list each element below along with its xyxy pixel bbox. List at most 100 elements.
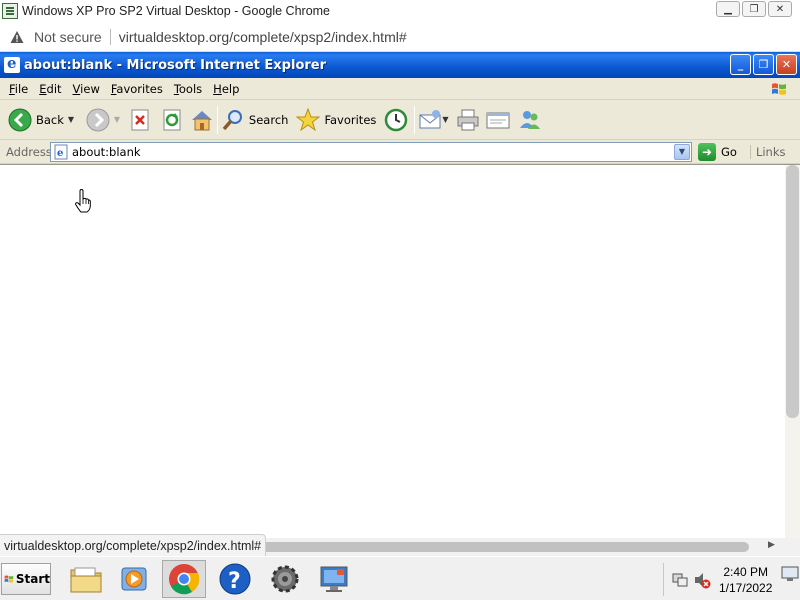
ie-logo-icon [4, 54, 20, 73]
edit-page-icon [486, 108, 510, 132]
menu-help[interactable]: Help [213, 82, 239, 96]
go-button[interactable]: ➜ Go [698, 142, 737, 161]
ie-menu-bar: File Edit View Favorites Tools Help [0, 78, 800, 100]
chrome-icon [169, 564, 200, 595]
taskbar-help[interactable]: ? [213, 560, 257, 598]
history-clock-icon [384, 108, 408, 132]
start-button[interactable]: Start [1, 563, 51, 595]
taskbar-media-player[interactable] [112, 560, 156, 598]
scroll-right-icon[interactable]: ▶ [768, 540, 775, 550]
close-button[interactable]: ✕ [768, 1, 792, 17]
warning-icon[interactable] [10, 30, 24, 44]
network-icon[interactable] [671, 571, 689, 589]
print-button[interactable] [456, 104, 480, 136]
clock-time: 2:40 PM [723, 564, 769, 579]
mail-icon [418, 108, 442, 132]
url-text[interactable]: virtualdesktop.org/complete/xpsp2/index.… [119, 29, 407, 45]
printer-icon [456, 108, 480, 132]
search-icon [221, 108, 245, 132]
favorites-label: Favorites [324, 112, 377, 127]
go-label: Go [721, 144, 737, 159]
hand-cursor-icon [75, 189, 91, 213]
windows-logo-icon [772, 83, 786, 95]
ie-window-title: about:blank - Microsoft Internet Explore… [24, 57, 327, 73]
clock[interactable]: 2:40 PM 1/17/2022 [719, 564, 772, 596]
mail-button[interactable]: ▼ [418, 104, 450, 136]
forward-button[interactable]: ▼ [86, 104, 122, 136]
favorites-button[interactable]: Favorites [296, 104, 376, 136]
refresh-icon [160, 108, 184, 132]
ie-window-controls: _ ❐ ✕ [730, 54, 797, 75]
chrome-window-title: Windows XP Pro SP2 Virtual Desktop - Goo… [22, 4, 331, 18]
chrome-titlebar: Windows XP Pro SP2 Virtual Desktop - Goo… [0, 0, 800, 22]
menu-edit[interactable]: Edit [39, 82, 61, 96]
ie-maximize-button[interactable]: ❐ [753, 54, 774, 75]
back-label: Back [36, 112, 64, 127]
back-dropdown-icon[interactable]: ▼ [68, 115, 76, 124]
toolbar-separator [414, 105, 416, 134]
taskbar-chrome[interactable] [162, 560, 206, 598]
address-input[interactable]: e about:blank ▼ [50, 141, 692, 162]
mail-dropdown-icon[interactable]: ▼ [442, 115, 450, 124]
svg-text:e: e [57, 148, 63, 159]
chrome-address-bar[interactable]: Not secure virtualdesktop.org/complete/x… [0, 22, 800, 52]
address-dropdown-icon[interactable]: ▼ [674, 143, 690, 160]
stop-icon [128, 108, 152, 132]
stop-button[interactable] [128, 104, 152, 136]
ie-page-content[interactable] [0, 164, 800, 539]
divider [109, 28, 111, 45]
taskbar-settings[interactable] [263, 560, 307, 598]
minimize-button[interactable]: ▁ [716, 1, 740, 17]
media-player-icon [121, 567, 147, 591]
app-window-icon [2, 3, 18, 19]
search-button[interactable]: Search [221, 104, 289, 136]
svg-text:?: ? [228, 569, 241, 594]
ie-toolbar: Back ▼ ▼ Search Favorites ▼ [0, 100, 800, 140]
forward-dropdown-icon[interactable]: ▼ [114, 115, 122, 124]
menu-file[interactable]: File [9, 82, 28, 96]
address-label: Address [6, 144, 52, 159]
refresh-button[interactable] [160, 104, 184, 136]
ie-window: about:blank - Microsoft Internet Explore… [0, 52, 800, 539]
clock-date: 1/17/2022 [719, 580, 773, 595]
back-button[interactable]: Back ▼ [8, 104, 76, 136]
start-label: Start [15, 572, 50, 586]
link-status-tooltip: virtualdesktop.org/complete/xpsp2/index.… [0, 534, 267, 556]
ie-close-button[interactable]: ✕ [776, 54, 797, 75]
help-icon: ? [219, 563, 251, 595]
menu-tools[interactable]: Tools [174, 82, 202, 96]
messenger-people-icon [518, 108, 542, 132]
taskbar-remote-desktop[interactable] [312, 560, 356, 598]
ie-minimize-button[interactable]: _ [730, 54, 751, 75]
messenger-button[interactable] [518, 104, 542, 136]
screen: Windows XP Pro SP2 Virtual Desktop - Goo… [0, 0, 800, 600]
go-arrow-icon: ➜ [698, 142, 716, 161]
windows-logo-icon [4, 575, 14, 583]
gear-icon [271, 565, 299, 593]
home-button[interactable] [190, 104, 214, 136]
favorites-star-icon [296, 107, 321, 132]
taskbar: Start ? 2:40 PM 1/17/2022 [0, 556, 800, 600]
address-value[interactable]: about:blank [72, 145, 141, 159]
ie-titlebar: about:blank - Microsoft Internet Explore… [0, 52, 800, 78]
menu-favorites[interactable]: Favorites [111, 82, 163, 96]
forward-arrow-icon [86, 108, 110, 132]
restore-button[interactable]: ❐ [742, 1, 766, 17]
search-label: Search [248, 112, 289, 127]
show-desktop-icon[interactable] [781, 565, 799, 583]
menu-view[interactable]: View [73, 82, 100, 96]
monitor-icon [320, 566, 348, 592]
history-button[interactable] [384, 104, 408, 136]
volume-muted-icon[interactable] [693, 571, 711, 589]
security-status[interactable]: Not secure [34, 29, 102, 45]
links-button[interactable]: Links [749, 144, 786, 159]
scrollbar-thumb[interactable] [786, 165, 799, 418]
taskbar-explorer[interactable] [64, 560, 108, 598]
system-tray: 2:40 PM 1/17/2022 [663, 563, 800, 596]
edit-button[interactable] [486, 104, 510, 136]
toolbar-separator [216, 105, 218, 134]
home-icon [190, 108, 214, 132]
back-arrow-icon [8, 108, 32, 132]
vertical-scrollbar[interactable] [785, 165, 800, 539]
chrome-window-controls: ▁ ❐ ✕ [716, 1, 792, 17]
